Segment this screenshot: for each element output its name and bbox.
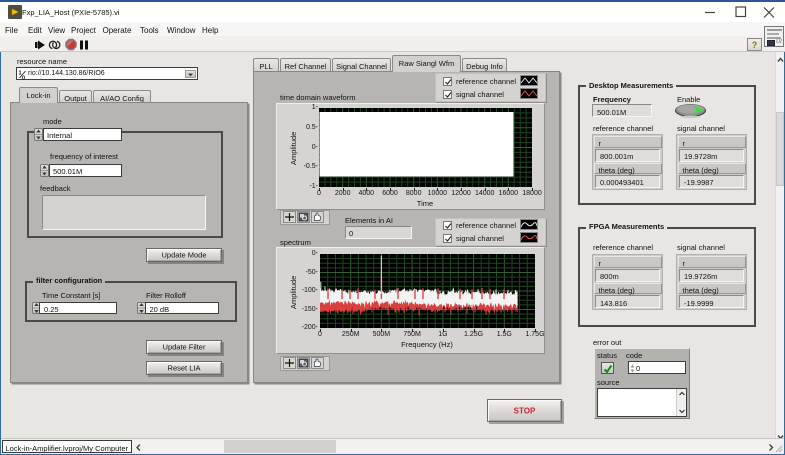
svg-text:0: 0 bbox=[22, 75, 25, 80]
